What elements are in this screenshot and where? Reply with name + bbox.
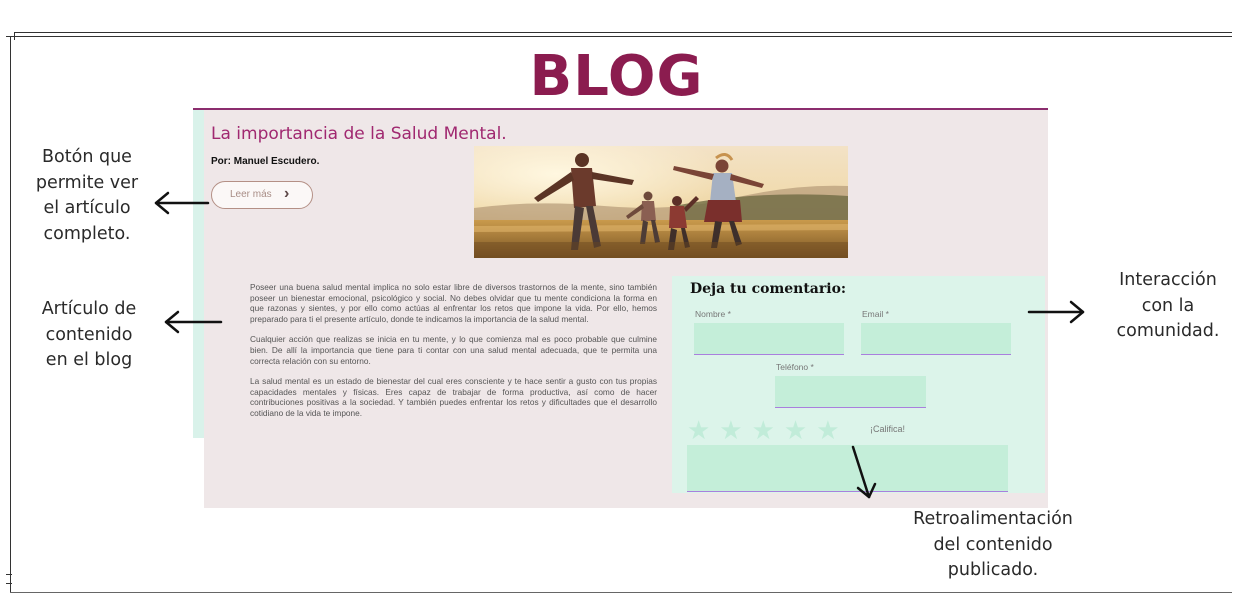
arrow-down-icon [851, 445, 877, 499]
arrow-left-icon [154, 191, 210, 215]
annotation-arrows [154, 191, 1085, 499]
arrow-right-icon [1027, 300, 1085, 324]
arrow-left-icon [164, 310, 223, 334]
